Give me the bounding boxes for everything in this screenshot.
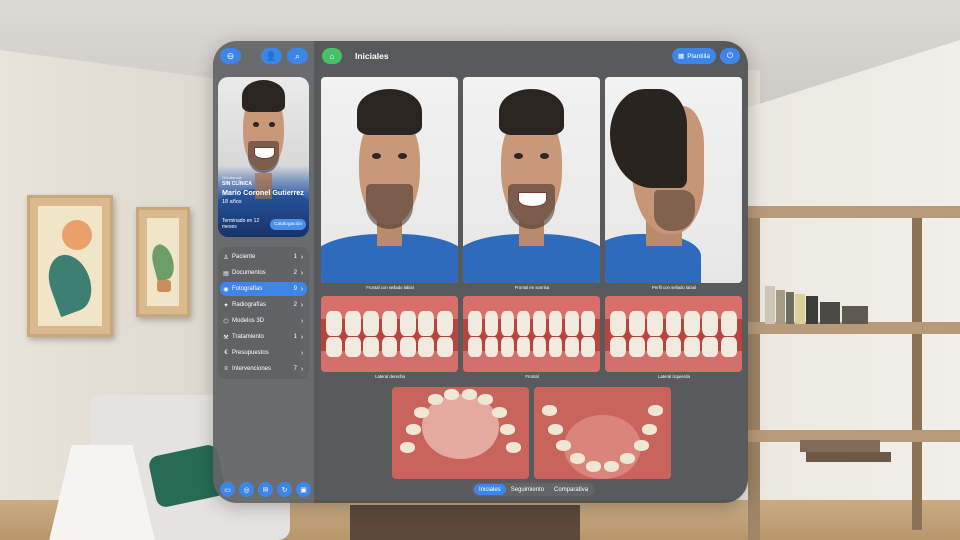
photo-caption: Perfil con sellado labial (652, 285, 696, 290)
photo-caption: Frontal en sonrisa (514, 285, 550, 290)
photo-caption: Lateral izquierda (658, 374, 690, 379)
patient-name: Mario Coronel Gutierrez (222, 188, 304, 197)
list-icon: ≡ (224, 366, 228, 372)
patient-card[interactable]: Ortodoncia SIN CLÍNICA Mario Coronel Gut… (218, 77, 309, 237)
chevron-right-icon: › (300, 301, 304, 309)
mail-button[interactable]: ✉ (258, 482, 273, 497)
treatment-status: Terminado en 12 meses (222, 218, 260, 230)
wall-art-right (136, 207, 190, 317)
chevron-right-icon: › (300, 333, 304, 341)
chevron-right-icon: › (300, 269, 304, 277)
sidebar-item-intervenciones[interactable]: ≡ Intervenciones 7 › (220, 362, 307, 376)
photo-perfil[interactable] (605, 77, 742, 283)
eye-icon: ◎ (243, 486, 250, 494)
sidebar: ⊖ 👤 ⌕ Ortodoncia SIN CLÍNICA Mario Coron… (213, 41, 314, 503)
chevron-right-icon: › (300, 365, 304, 373)
add-patient-button[interactable]: 👤 (261, 48, 282, 64)
power-icon: ⏻ (726, 51, 734, 60)
document-icon: ▤ (223, 270, 229, 277)
cube-icon: ⬡ (223, 318, 229, 325)
sidebar-item-presupuestos[interactable]: € Presupuestos › (220, 346, 307, 360)
coffee-table (350, 505, 580, 540)
home-button[interactable]: ⌂ (322, 48, 342, 64)
wall-art-left (27, 195, 113, 337)
photo-caption: Frontal (525, 374, 539, 379)
chevron-right-icon: › (300, 253, 304, 261)
photo-caption: Lateral derecha (375, 374, 405, 379)
sidebar-item-radiografias[interactable]: ✦ Radiografías 2 › (220, 298, 307, 312)
sidebar-item-modelos-3d[interactable]: ⬡ Modelos 3D › (220, 314, 307, 328)
search-button[interactable]: ⌕ (287, 48, 308, 64)
view-button[interactable]: ◎ (239, 482, 254, 497)
photo-lateral-derecha[interactable] (321, 296, 458, 372)
power-button[interactable]: ⏻ (720, 48, 740, 64)
search-icon: ⌕ (294, 50, 301, 61)
tab-seguimiento[interactable]: Seguimiento (506, 484, 549, 495)
template-button[interactable]: ▦ Plantilla (672, 48, 716, 64)
tab-comparativa[interactable]: Comparativa (549, 484, 593, 495)
sidebar-item-tratamiento[interactable]: ⚒ Tratamiento 1 › (220, 330, 307, 344)
camera-icon: ◉ (223, 286, 229, 293)
photo-caption: Frontal con sellado labial (366, 285, 414, 290)
image-icon: ▣ (300, 486, 307, 494)
app-window: ⊖ 👤 ⌕ Ortodoncia SIN CLÍNICA Mario Coron… (213, 41, 748, 503)
home-icon: ⌂ (329, 51, 335, 61)
minus-circle-icon: ⊖ (226, 50, 235, 61)
photo-frontal-sellado[interactable] (321, 77, 458, 283)
folder-button[interactable]: ▭ (220, 482, 235, 497)
gallery-button[interactable]: ▣ (296, 482, 311, 497)
sync-icon: ↻ (281, 486, 288, 494)
mail-icon: ✉ (262, 486, 269, 494)
photo-oclusal-inferior[interactable] (534, 387, 671, 479)
sidebar-item-documentos[interactable]: ▤ Documentos 2 › (220, 266, 307, 280)
photo-oclusal-superior[interactable] (392, 387, 529, 479)
patient-age: 18 años (222, 199, 242, 205)
catalog-button[interactable]: Catalogación (270, 219, 306, 230)
chevron-right-icon: › (300, 317, 304, 325)
xray-icon: ✦ (223, 302, 229, 309)
photo-frontal-sonrisa[interactable] (463, 77, 600, 283)
person-icon: ♙ (223, 254, 229, 261)
patient-label: Ortodoncia (222, 175, 242, 180)
stage-tabs: Iniciales Seguimiento Comparativa (472, 483, 596, 496)
chevron-right-icon: › (300, 349, 304, 357)
sidebar-menu: ♙ Paciente 1 › ▤ Documentos 2 › ◉ Fotogr… (218, 247, 309, 379)
sidebar-toolbar: ▭ ◎ ✉ ↻ ▣ (220, 482, 311, 497)
patient-clinic: SIN CLÍNICA (222, 181, 252, 187)
chevron-right-icon: › (300, 285, 304, 293)
photo-lateral-izquierda[interactable] (605, 296, 742, 372)
wrench-icon: ⚒ (223, 334, 229, 341)
page-title: Iniciales (355, 51, 389, 61)
bookshelf (748, 215, 760, 540)
sidebar-item-fotografias[interactable]: ◉ Fotografías 9 › (220, 282, 307, 296)
collapse-button[interactable]: ⊖ (220, 48, 241, 64)
photo-frontal-intraoral[interactable] (463, 296, 600, 372)
tab-iniciales[interactable]: Iniciales (474, 484, 506, 495)
folder-icon: ▭ (224, 486, 231, 494)
person-add-icon: 👤 (265, 50, 278, 61)
sidebar-item-paciente[interactable]: ♙ Paciente 1 › (220, 250, 307, 264)
euro-icon: € (224, 350, 228, 356)
grid-icon: ▦ (678, 53, 685, 60)
sync-button[interactable]: ↻ (277, 482, 292, 497)
